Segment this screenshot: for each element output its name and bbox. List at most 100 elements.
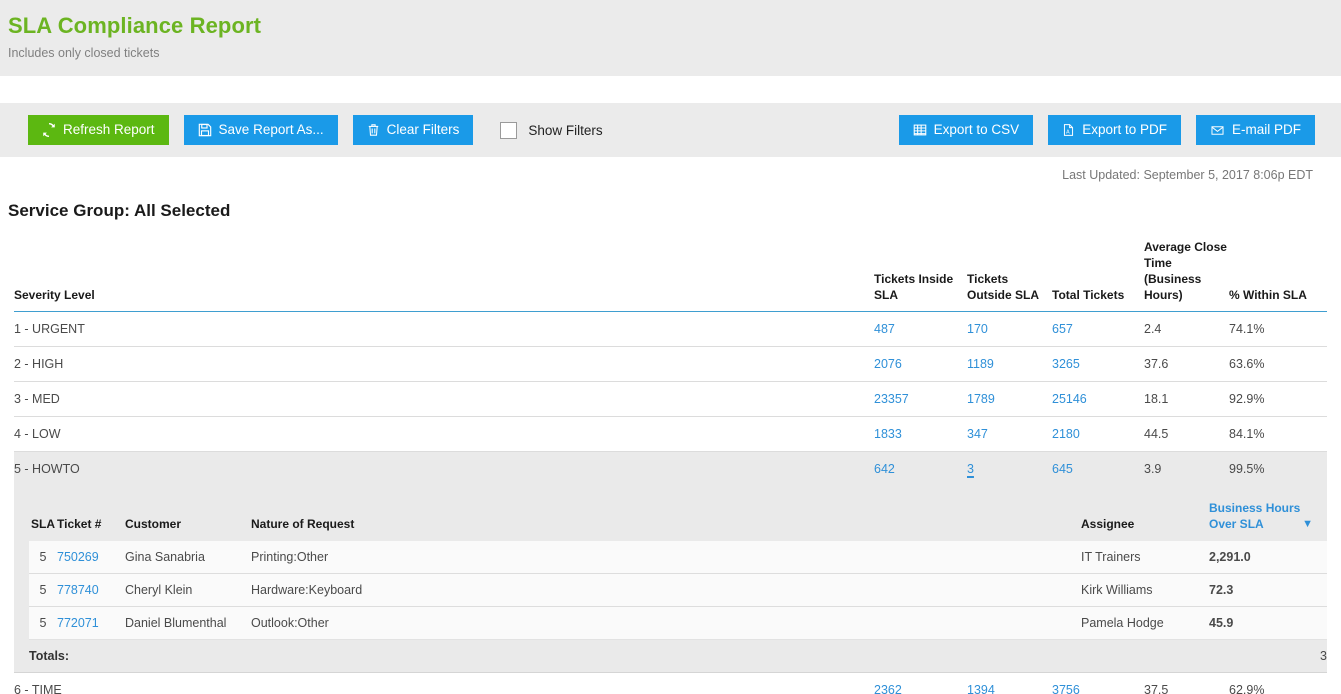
column-header-percent-within-sla[interactable]: % Within SLA [1229, 239, 1327, 312]
detail-table-header-row: SLA Ticket # Customer Nature of Request … [29, 494, 1327, 541]
detail-panel-cell: SLA Ticket # Customer Nature of Request … [14, 486, 1327, 673]
ticket-link[interactable]: 750269 [57, 550, 99, 564]
cell-tickets-outside: 1789 [967, 382, 1052, 417]
envelope-icon [1210, 124, 1225, 137]
cell-tickets-inside: 642 [874, 452, 967, 487]
save-report-as-button[interactable]: Save Report As... [184, 115, 338, 145]
link-total-tickets[interactable]: 3756 [1052, 683, 1080, 694]
report-table-region: Severity Level Tickets Inside SLA Ticket… [0, 239, 1341, 694]
refresh-report-button[interactable]: Refresh Report [28, 115, 169, 145]
cell-total-tickets: 3756 [1052, 673, 1144, 694]
link-tickets-inside[interactable]: 487 [874, 322, 895, 336]
cell-severity: 6 - TIME [14, 673, 874, 694]
detail-column-header-business-hours-over-sla[interactable]: Business Hours Over SLA ▼ [1209, 494, 1327, 541]
link-total-tickets[interactable]: 2180 [1052, 427, 1080, 441]
export-to-pdf-button[interactable]: A Export to PDF [1048, 115, 1181, 145]
detail-column-header-nature-of-request[interactable]: Nature of Request [251, 494, 1081, 541]
link-tickets-outside[interactable]: 1789 [967, 392, 995, 406]
header-toolbar-spacer [0, 76, 1341, 103]
link-tickets-inside[interactable]: 2076 [874, 357, 902, 371]
link-tickets-inside[interactable]: 23357 [874, 392, 909, 406]
link-tickets-outside[interactable]: 1394 [967, 683, 995, 694]
link-total-tickets[interactable]: 657 [1052, 322, 1073, 336]
email-pdf-button[interactable]: E-mail PDF [1196, 115, 1315, 145]
link-tickets-inside[interactable]: 2362 [874, 683, 902, 694]
show-filters-checkbox-group[interactable]: Show Filters [500, 122, 602, 139]
cell-average-close-time: 44.5 [1144, 417, 1229, 452]
cell-tickets-outside: 3 [967, 452, 1052, 487]
link-total-tickets[interactable]: 645 [1052, 462, 1073, 476]
table-row[interactable]: 3 - MED 23357 1789 25146 18.1 92.9% [14, 382, 1327, 417]
cell-percent-within-sla: 92.9% [1229, 382, 1327, 417]
detail-cell-customer: Cheryl Klein [125, 574, 251, 607]
export-to-csv-button[interactable]: Export to CSV [899, 115, 1034, 145]
link-tickets-inside[interactable]: 642 [874, 462, 895, 476]
cell-average-close-time: 37.6 [1144, 347, 1229, 382]
cell-percent-within-sla: 74.1% [1229, 312, 1327, 347]
cell-tickets-inside: 2076 [874, 347, 967, 382]
show-filters-label[interactable]: Show Filters [528, 123, 602, 138]
cell-average-close-time: 3.9 [1144, 452, 1229, 487]
cell-tickets-outside: 347 [967, 417, 1052, 452]
link-tickets-outside[interactable]: 170 [967, 322, 988, 336]
cell-tickets-outside: 1394 [967, 673, 1052, 694]
cell-tickets-inside: 23357 [874, 382, 967, 417]
link-total-tickets[interactable]: 25146 [1052, 392, 1087, 406]
last-updated-text: Last Updated: September 5, 2017 8:06p ED… [0, 157, 1341, 182]
detail-column-header-customer[interactable]: Customer [125, 494, 251, 541]
column-header-severity-level[interactable]: Severity Level [14, 239, 874, 312]
detail-table-header: SLA Ticket # Customer Nature of Request … [29, 494, 1327, 541]
link-tickets-inside[interactable]: 1833 [874, 427, 902, 441]
table-row[interactable]: 2 - HIGH 2076 1189 3265 37.6 63.6% [14, 347, 1327, 382]
show-filters-checkbox[interactable] [500, 122, 517, 139]
column-header-tickets-inside-sla[interactable]: Tickets Inside SLA [874, 239, 967, 312]
detail-totals-row: Totals: 3 [14, 640, 1327, 673]
cell-total-tickets: 645 [1052, 452, 1144, 487]
detail-column-header-sla[interactable]: SLA [29, 494, 57, 541]
clear-filters-label: Clear Filters [387, 123, 460, 137]
pdf-file-icon: A [1062, 123, 1075, 137]
detail-cell-sla: 5 [29, 541, 57, 574]
chevron-down-icon[interactable]: ▼ [1302, 519, 1313, 530]
cell-average-close-time: 37.5 [1144, 673, 1229, 694]
detail-totals-value: 3 [1320, 649, 1327, 663]
table-row[interactable]: 6 - TIME 2362 1394 3756 37.5 62.9% [14, 673, 1327, 694]
page-subtitle: Includes only closed tickets [8, 44, 1341, 62]
cell-percent-within-sla: 99.5% [1229, 452, 1327, 487]
link-total-tickets[interactable]: 3265 [1052, 357, 1080, 371]
column-header-total-tickets[interactable]: Total Tickets [1052, 239, 1144, 312]
detail-cell-hours-over-sla: 2,291.0 [1209, 541, 1327, 574]
trash-icon [367, 123, 380, 137]
link-tickets-outside[interactable]: 347 [967, 427, 988, 441]
detail-table-row[interactable]: 5 750269 Gina Sanabria Printing:Other IT… [29, 541, 1327, 574]
column-header-tickets-outside-sla[interactable]: Tickets Outside SLA [967, 239, 1052, 312]
detail-cell-nature: Outlook:Other [251, 607, 1081, 640]
detail-panel-row: SLA Ticket # Customer Nature of Request … [14, 486, 1327, 673]
detail-table-row[interactable]: 5 772071 Daniel Blumenthal Outlook:Other… [29, 607, 1327, 640]
detail-table-body: 5 750269 Gina Sanabria Printing:Other IT… [29, 541, 1327, 640]
cell-severity: 2 - HIGH [14, 347, 874, 382]
cell-severity: 3 - MED [14, 382, 874, 417]
toolbar-right-group: Export to CSV A Export to PDF [899, 115, 1315, 145]
cell-percent-within-sla: 84.1% [1229, 417, 1327, 452]
ticket-link[interactable]: 778740 [57, 583, 99, 597]
cell-tickets-inside: 487 [874, 312, 967, 347]
table-row[interactable]: 4 - LOW 1833 347 2180 44.5 84.1% [14, 417, 1327, 452]
detail-column-header-ticket-number[interactable]: Ticket # [57, 494, 125, 541]
main-table-body: 1 - URGENT 487 170 657 2.4 74.1% 2 - HIG… [14, 312, 1327, 694]
detail-column-header-assignee[interactable]: Assignee [1081, 494, 1209, 541]
detail-table-row[interactable]: 5 778740 Cheryl Klein Hardware:Keyboard … [29, 574, 1327, 607]
main-table-header: Severity Level Tickets Inside SLA Ticket… [14, 239, 1327, 312]
link-tickets-outside[interactable]: 1189 [967, 357, 994, 371]
cell-percent-within-sla: 62.9% [1229, 673, 1327, 694]
clear-filters-button[interactable]: Clear Filters [353, 115, 474, 145]
ticket-link[interactable]: 772071 [57, 616, 99, 630]
table-row[interactable]: 1 - URGENT 487 170 657 2.4 74.1% [14, 312, 1327, 347]
table-row-expanded[interactable]: 5 - HOWTO 642 3 645 3.9 99.5% [14, 452, 1327, 487]
column-header-average-close-time[interactable]: Average Close Time (Business Hours) [1144, 239, 1229, 312]
link-tickets-outside-active[interactable]: 3 [967, 462, 974, 476]
detail-cell-customer: Gina Sanabria [125, 541, 251, 574]
cell-total-tickets: 2180 [1052, 417, 1144, 452]
page-title: SLA Compliance Report [8, 12, 1341, 40]
export-to-csv-label: Export to CSV [934, 123, 1020, 137]
